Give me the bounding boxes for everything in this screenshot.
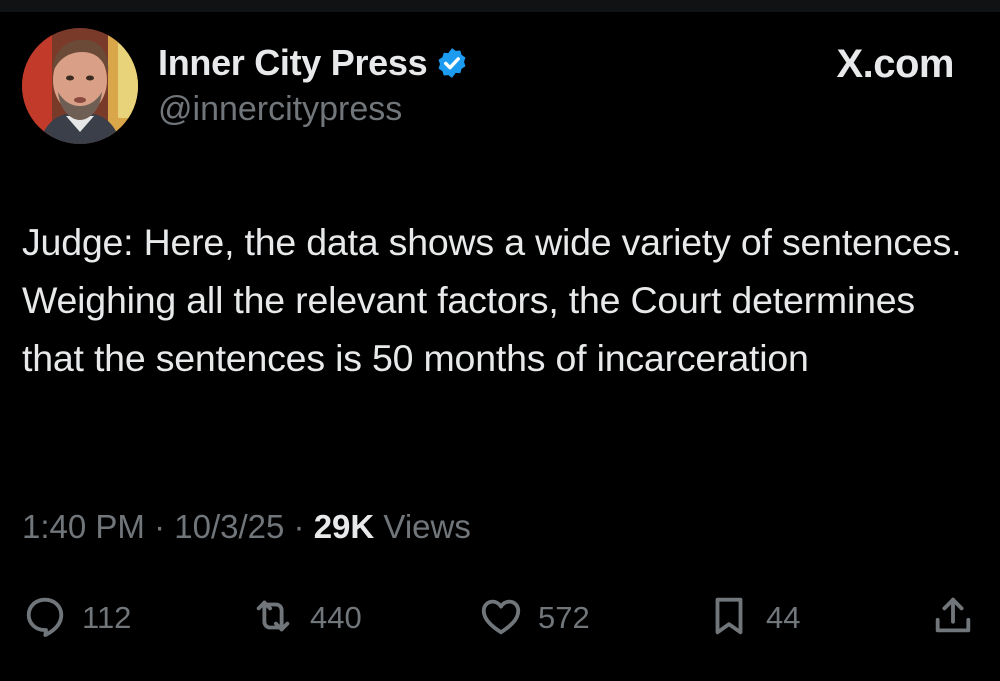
bookmark-button[interactable]: 44 xyxy=(706,588,800,648)
tweet-meta: 1:40 PM · 10/3/25 · 29K Views xyxy=(22,508,471,546)
reply-bubble-icon xyxy=(22,593,68,644)
like-count: 572 xyxy=(538,600,590,635)
views-count: 29K xyxy=(313,508,375,545)
meta-separator: · xyxy=(154,508,166,545)
repost-arrows-icon xyxy=(250,593,296,644)
like-button[interactable]: 572 xyxy=(478,588,590,648)
share-upload-icon xyxy=(930,593,976,644)
share-button[interactable] xyxy=(930,588,976,648)
tweet-actions-bar: 112 440 572 44 xyxy=(0,588,1000,648)
bookmark-icon xyxy=(706,593,752,644)
reply-button[interactable]: 112 xyxy=(22,588,131,648)
meta-separator: · xyxy=(293,508,305,545)
repost-button[interactable]: 440 xyxy=(250,588,362,648)
tweet-date[interactable]: 10/3/25 xyxy=(174,508,284,545)
verified-badge-icon xyxy=(435,46,469,80)
avatar-photo xyxy=(22,28,138,144)
reply-count: 112 xyxy=(82,600,132,635)
site-label: X.com xyxy=(836,42,954,86)
repost-count: 440 xyxy=(310,600,362,635)
views-label: Views xyxy=(383,508,471,545)
tweet-text: Judge: Here, the data shows a wide varie… xyxy=(22,221,962,379)
avatar[interactable] xyxy=(22,28,138,144)
author-display-name[interactable]: Inner City Press xyxy=(158,42,428,84)
heart-icon xyxy=(478,593,524,644)
top-status-strip xyxy=(0,0,1000,12)
author-name-row: Inner City Press xyxy=(158,40,469,86)
author-handle[interactable]: @innercitypress xyxy=(158,90,402,129)
bookmark-count: 44 xyxy=(766,600,801,635)
tweet-time[interactable]: 1:40 PM xyxy=(22,508,145,545)
